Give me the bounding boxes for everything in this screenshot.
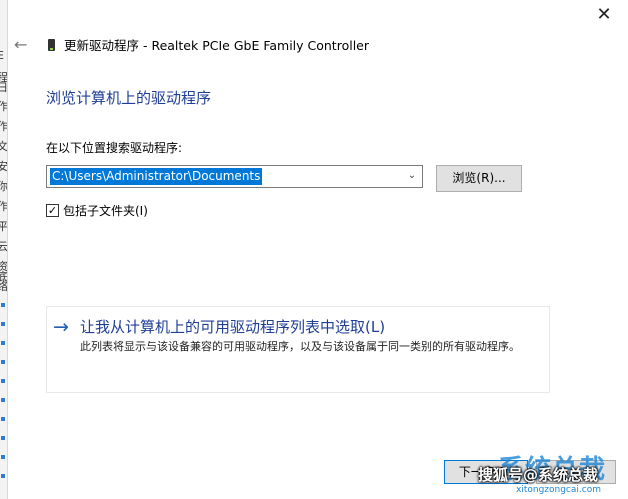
cancel-button[interactable]	[536, 460, 616, 484]
background-window-strip: E 程 日 作 作 文 安 你 作 平 云 资 底 络	[0, 0, 8, 499]
bg-glyph: 作	[0, 101, 7, 113]
bg-list-marker	[1, 360, 5, 364]
bg-list-marker	[1, 379, 5, 383]
bg-list-marker	[1, 398, 5, 402]
network-adapter-icon	[48, 39, 55, 51]
dialog-title: 更新驱动程序 - Realtek PCIe GbE Family Control…	[64, 38, 369, 53]
driver-path-value[interactable]: C:\Users\Administrator\Documents	[50, 168, 263, 185]
bg-glyph: 作	[0, 121, 7, 133]
close-icon[interactable]: ✕	[594, 5, 614, 25]
search-location-label: 在以下位置搜索驱动程序:	[46, 141, 183, 155]
pick-from-list-description: 此列表将显示与该设备兼容的可用驱动程序，以及与该设备属于同一类别的所有驱动程序。	[80, 340, 520, 353]
next-button[interactable]: 下一步(N)	[444, 460, 528, 484]
bg-glyph: 日	[0, 82, 7, 94]
bg-list-marker	[1, 436, 5, 440]
driver-path-combobox[interactable]: C:\Users\Administrator\Documents ⌄	[46, 165, 423, 188]
chevron-down-icon[interactable]: ⌄	[406, 169, 418, 183]
bg-glyph: 安	[0, 161, 7, 173]
pick-from-list-title[interactable]: 让我从计算机上的可用驱动程序列表中选取(L)	[80, 317, 385, 337]
pick-from-list-option[interactable]: → 让我从计算机上的可用驱动程序列表中选取(L) 此列表将显示与该设备兼容的可用…	[46, 306, 550, 393]
include-subfolders-label[interactable]: 包括子文件夹(I)	[63, 203, 148, 219]
bg-glyph: 云	[0, 241, 7, 253]
bg-list-marker	[1, 303, 5, 307]
bg-list-marker	[1, 455, 5, 459]
bg-list-marker	[1, 474, 5, 478]
bg-glyph: 作	[0, 201, 7, 213]
bg-glyph: 平	[0, 221, 7, 233]
include-subfolders-checkbox[interactable]: ✓	[46, 204, 59, 217]
bg-list-marker	[1, 417, 5, 421]
page-heading: 浏览计算机上的驱动程序	[46, 89, 212, 107]
bg-list-marker	[1, 341, 5, 345]
browse-button[interactable]: 浏览(R)...	[436, 165, 522, 192]
bg-glyph: 你	[0, 181, 7, 193]
back-arrow-icon[interactable]: ←	[14, 37, 30, 53]
bg-glyph: E	[0, 50, 7, 62]
bg-list-marker	[1, 322, 5, 326]
bg-glyph: 络	[0, 281, 7, 293]
arrow-right-icon: →	[53, 316, 69, 338]
update-driver-dialog: ✕ ← 更新驱动程序 - Realtek PCIe GbE Family Con…	[8, 0, 628, 499]
bg-glyph: 文	[0, 141, 7, 153]
